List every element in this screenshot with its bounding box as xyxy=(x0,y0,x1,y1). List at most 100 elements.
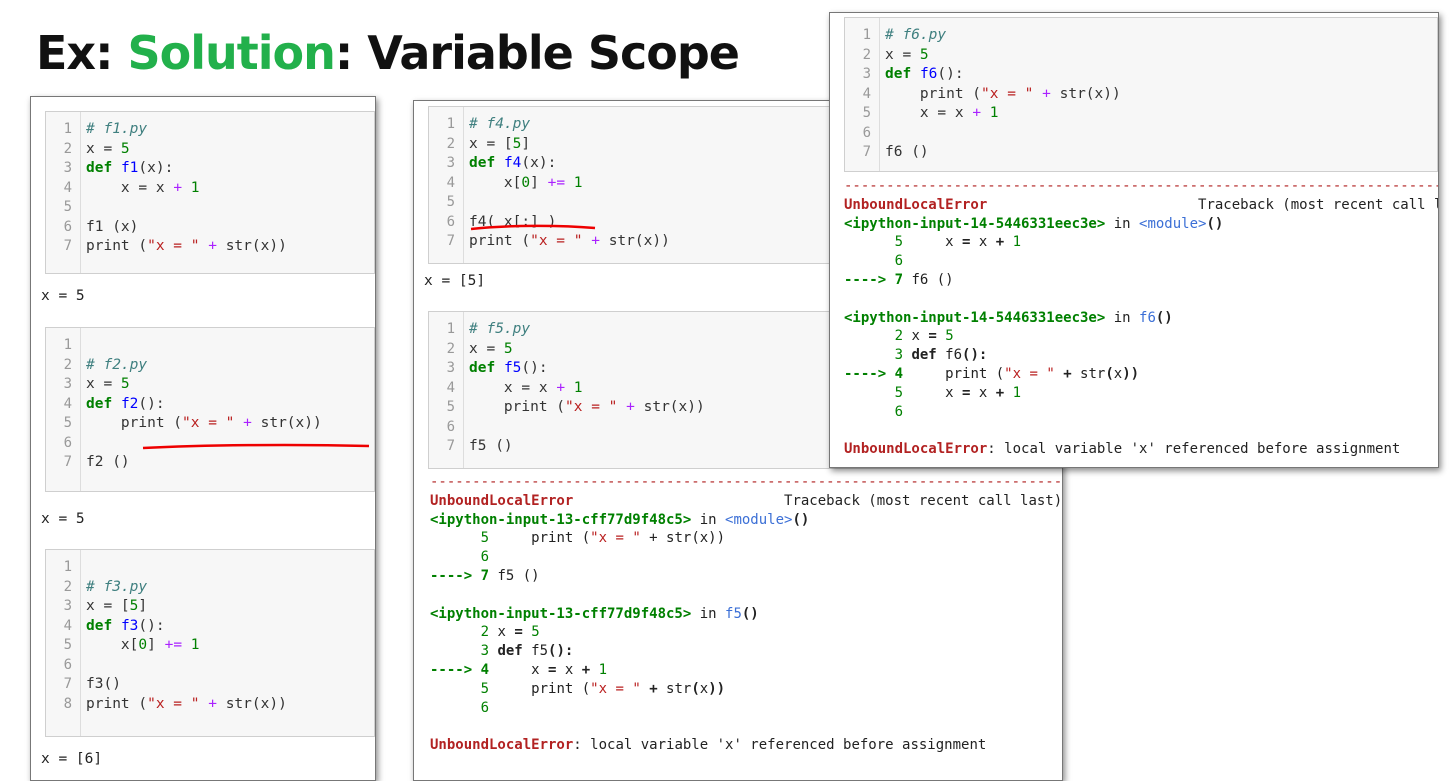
line-number: 4 xyxy=(63,395,72,412)
line-number: 3 xyxy=(63,598,72,614)
code-line: # f1.py xyxy=(86,121,148,137)
output-f2: x = 5 xyxy=(41,511,85,527)
traceback-line: ----> 4 print ("x = " + str(x)) xyxy=(844,366,1140,382)
line-number: 4 xyxy=(446,379,455,396)
code-line: def f1(x): xyxy=(86,160,174,176)
gutter-separator xyxy=(463,312,464,468)
line-number: 7 xyxy=(862,144,871,160)
code-line: x = [5] xyxy=(86,598,148,614)
line-number: 5 xyxy=(63,415,72,431)
line-number: 3 xyxy=(862,66,871,82)
traceback-line: ----> 7 f6 () xyxy=(844,272,954,288)
line-number: 7 xyxy=(63,676,72,692)
code-cell-f1: 1 # f1.py 2 x = 5 3 def f1(x): 4 x = x + 1 5 6 f1… xyxy=(45,111,375,274)
line-number: 1 xyxy=(446,321,455,337)
traceback-line: 6 xyxy=(844,403,904,420)
traceback-line: ----> 7 f5 () xyxy=(430,568,540,584)
slide-title: Ex: Solution: Variable Scope xyxy=(36,26,740,80)
code-line: # f5.py xyxy=(469,321,531,337)
code-line: x = 5 xyxy=(86,376,130,392)
code-line: x = 5 xyxy=(885,46,929,63)
code-line: # f2.py xyxy=(86,356,148,373)
code-line: print ("x = " + str(x)) xyxy=(885,85,1121,102)
code-line: f1 (x) xyxy=(86,218,139,235)
title-prefix: Ex: xyxy=(36,26,128,80)
code-line: x[0] += 1 xyxy=(469,174,583,191)
traceback-line: 5 x = x + 1 xyxy=(844,234,1022,251)
code-line: f6 () xyxy=(885,144,929,160)
line-number: 6 xyxy=(63,434,72,451)
line-number: 7 xyxy=(63,454,72,470)
line-number: 6 xyxy=(446,213,455,230)
traceback-line: <ipython-input-13-cff77d9f48c5> in f5() xyxy=(430,605,759,622)
traceback-line: <ipython-input-13-cff77d9f48c5> in <modu… xyxy=(430,511,810,528)
code-cell-f3: 1 2 # f3.py 3 x = [5] 4 def f3(): 5 x[0] += 1 6 7… xyxy=(45,549,375,737)
traceback-line: 2 x = 5 xyxy=(844,328,954,345)
line-number: 6 xyxy=(63,218,72,235)
code-line: def f6(): xyxy=(885,66,964,82)
code-line: x = [5] xyxy=(469,135,531,152)
output-f1: x = 5 xyxy=(41,288,85,304)
line-number: 6 xyxy=(63,656,72,673)
traceback-line xyxy=(430,717,438,736)
line-number: 1 xyxy=(862,27,871,43)
code-line: def f3(): xyxy=(86,617,165,634)
panel-f6: 1 # f6.py 2 x = 5 3 def f6(): 4 print ("x = " … xyxy=(829,12,1439,468)
code-line: x[0] += 1 xyxy=(86,637,200,653)
traceback-line: UnboundLocalError: local variable 'x' re… xyxy=(430,737,987,754)
traceback-line: 2 x = 5 xyxy=(430,624,540,641)
code-line: print ("x = " + str(x)) xyxy=(469,399,705,415)
title-accent: Solution xyxy=(127,26,336,80)
line-number: 5 xyxy=(446,399,455,415)
line-number: 5 xyxy=(63,199,72,215)
line-number: 1 xyxy=(446,116,455,132)
line-number: 4 xyxy=(862,85,871,102)
red-underline-f2 xyxy=(142,443,370,450)
code-line: f3() xyxy=(86,676,121,692)
line-number: 8 xyxy=(63,695,72,712)
code-line: def f4(x): xyxy=(469,155,557,171)
line-number: 7 xyxy=(446,438,455,454)
title-suffix: : Variable Scope xyxy=(334,26,740,80)
code-line: print ("x = " + str(x)) xyxy=(86,415,322,431)
code-line: def f2(): xyxy=(86,395,165,412)
line-number: 6 xyxy=(862,124,871,141)
traceback-line: 3 def f6(): xyxy=(844,347,988,364)
output-f3: x = [6] xyxy=(41,751,103,767)
line-number: 3 xyxy=(63,376,72,392)
code-line: x = x + 1 xyxy=(885,105,999,121)
line-number: 1 xyxy=(63,559,72,575)
traceback-line: 5 print ("x = " + str(x)) xyxy=(430,530,726,547)
line-number: 4 xyxy=(63,179,72,196)
traceback-line: UnboundLocalError: local variable 'x' re… xyxy=(844,441,1401,458)
code-line: x = 5 xyxy=(469,340,513,357)
traceback-line: ----> 4 x = x + 1 xyxy=(430,662,608,678)
line-number: 3 xyxy=(446,155,455,171)
line-number: 1 xyxy=(63,337,72,353)
line-number: 2 xyxy=(446,135,455,152)
traceback-line: <ipython-input-14-5446331eec3e> in <modu… xyxy=(844,215,1224,232)
traceback-line: 6 xyxy=(430,699,490,716)
code-line: f5 () xyxy=(469,438,513,454)
traceback-line xyxy=(844,290,852,309)
line-number: 3 xyxy=(446,360,455,376)
line-number: 2 xyxy=(862,46,871,63)
line-number: 4 xyxy=(446,174,455,191)
traceback-line: 5 print ("x = " + str(x)) xyxy=(430,680,726,697)
code-line: print ("x = " + str(x)) xyxy=(86,238,287,254)
line-number: 5 xyxy=(63,637,72,653)
line-number: 2 xyxy=(63,356,72,373)
line-number: 6 xyxy=(446,418,455,435)
code-line: # f4.py xyxy=(469,116,531,132)
gutter-separator xyxy=(463,107,464,263)
code-line: f2 () xyxy=(86,454,130,470)
code-line: # f3.py xyxy=(86,578,148,595)
line-number: 2 xyxy=(446,340,455,357)
traceback-line: 5 x = x + 1 xyxy=(844,384,1022,401)
traceback-line: <ipython-input-14-5446331eec3e> in f6() xyxy=(844,309,1173,326)
red-underline-f4 xyxy=(470,224,596,231)
line-number: 2 xyxy=(63,140,72,157)
gutter-separator xyxy=(80,112,81,273)
line-number: 3 xyxy=(63,160,72,176)
traceback-line: 6 xyxy=(844,253,904,270)
